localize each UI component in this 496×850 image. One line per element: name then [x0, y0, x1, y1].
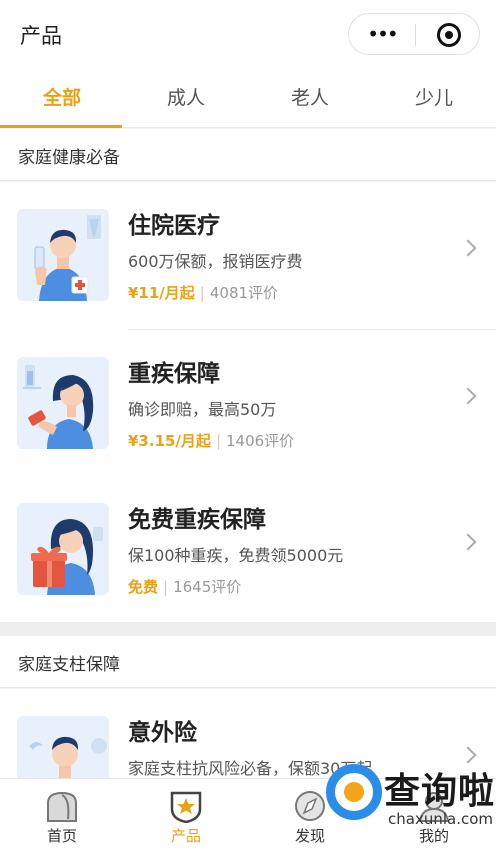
meta-divider: | — [199, 284, 205, 302]
mini-program-capsule: ••• — [348, 13, 480, 55]
section-title: 家庭健康必备 — [18, 148, 120, 168]
meta-divider: | — [215, 432, 221, 450]
product-meta: ¥3.15/月起 | 1406评价 — [128, 430, 294, 451]
product-price: ¥3.15/月起 — [128, 432, 211, 450]
tab-label: 成人 — [166, 87, 205, 109]
watermark-logo: 查询啦 chaxunla.com — [322, 758, 496, 850]
chevron-right-icon — [459, 533, 477, 551]
product-thumbnail — [17, 716, 109, 778]
section-header: 家庭支柱保障 — [0, 636, 496, 688]
tab-adult[interactable]: 成人 — [124, 70, 248, 128]
chevron-right-icon — [459, 387, 477, 405]
product-shield-icon — [170, 791, 202, 823]
product-title: 免费重疾保障 — [128, 507, 266, 533]
product-meta: 免费 | 1645评价 — [128, 576, 241, 597]
capsule-divider — [415, 24, 416, 46]
tab-elderly[interactable]: 老人 — [248, 70, 372, 128]
nav-header: 产品 ••• — [0, 0, 496, 70]
product-reviews: 1406评价 — [226, 432, 295, 450]
tab-label: 老人 — [290, 87, 329, 109]
tabbar-label: 产品 — [170, 827, 201, 845]
product-title: 意外险 — [128, 720, 197, 746]
product-reviews: 4081评价 — [209, 284, 279, 302]
tab-active-underline — [0, 125, 122, 128]
category-tabs: 全部 成人 老人 少儿 — [0, 70, 496, 128]
product-reviews: 1645评价 — [173, 578, 242, 596]
product-description: 保100种重疾，免费领5000元 — [128, 546, 344, 565]
product-item[interactable]: 重疾保障 确诊即赔，最高50万 ¥3.15/月起 | 1406评价 — [0, 330, 496, 478]
product-price: 免费 — [128, 578, 159, 596]
product-title: 住院医疗 — [128, 213, 220, 239]
tab-label: 少儿 — [414, 87, 453, 109]
product-description: 600万保额，报销医疗费 — [128, 252, 303, 271]
close-target-icon[interactable] — [437, 23, 461, 47]
product-thumbnail — [17, 503, 109, 595]
meta-divider: | — [163, 578, 169, 596]
tabbar-item-product[interactable]: 产品 — [124, 779, 248, 850]
tabbar-label: 首页 — [46, 827, 77, 845]
tab-label: 全部 — [42, 87, 81, 109]
section-title: 家庭支柱保障 — [18, 655, 120, 675]
watermark-url: chaxunla.com — [388, 810, 493, 828]
page-title: 产品 — [20, 24, 62, 48]
watermark-text: 查询啦 — [384, 771, 496, 812]
product-thumbnail — [17, 357, 109, 449]
product-title: 重疾保障 — [128, 361, 220, 387]
home-icon — [47, 791, 77, 822]
tabbar-item-home[interactable]: 首页 — [0, 779, 124, 850]
product-thumbnail — [17, 209, 109, 301]
section-header: 家庭健康必备 — [0, 129, 496, 181]
more-dots-icon[interactable]: ••• — [367, 22, 398, 46]
section-gap — [0, 622, 496, 636]
watermark-magnifier-icon — [326, 764, 382, 820]
tab-all[interactable]: 全部 — [0, 70, 124, 128]
chevron-right-icon — [459, 239, 477, 257]
product-item[interactable]: 免费重疾保障 保100种重疾，免费领5000元 免费 | 1645评价 — [0, 476, 496, 624]
tab-children[interactable]: 少儿 — [372, 70, 496, 128]
product-meta: ¥11/月起 | 4081评价 — [128, 282, 278, 303]
product-price: ¥11/月起 — [128, 284, 195, 302]
product-item[interactable]: 住院医疗 600万保额，报销医疗费 ¥11/月起 | 4081评价 — [0, 182, 496, 330]
product-description: 确诊即赔，最高50万 — [128, 400, 277, 419]
